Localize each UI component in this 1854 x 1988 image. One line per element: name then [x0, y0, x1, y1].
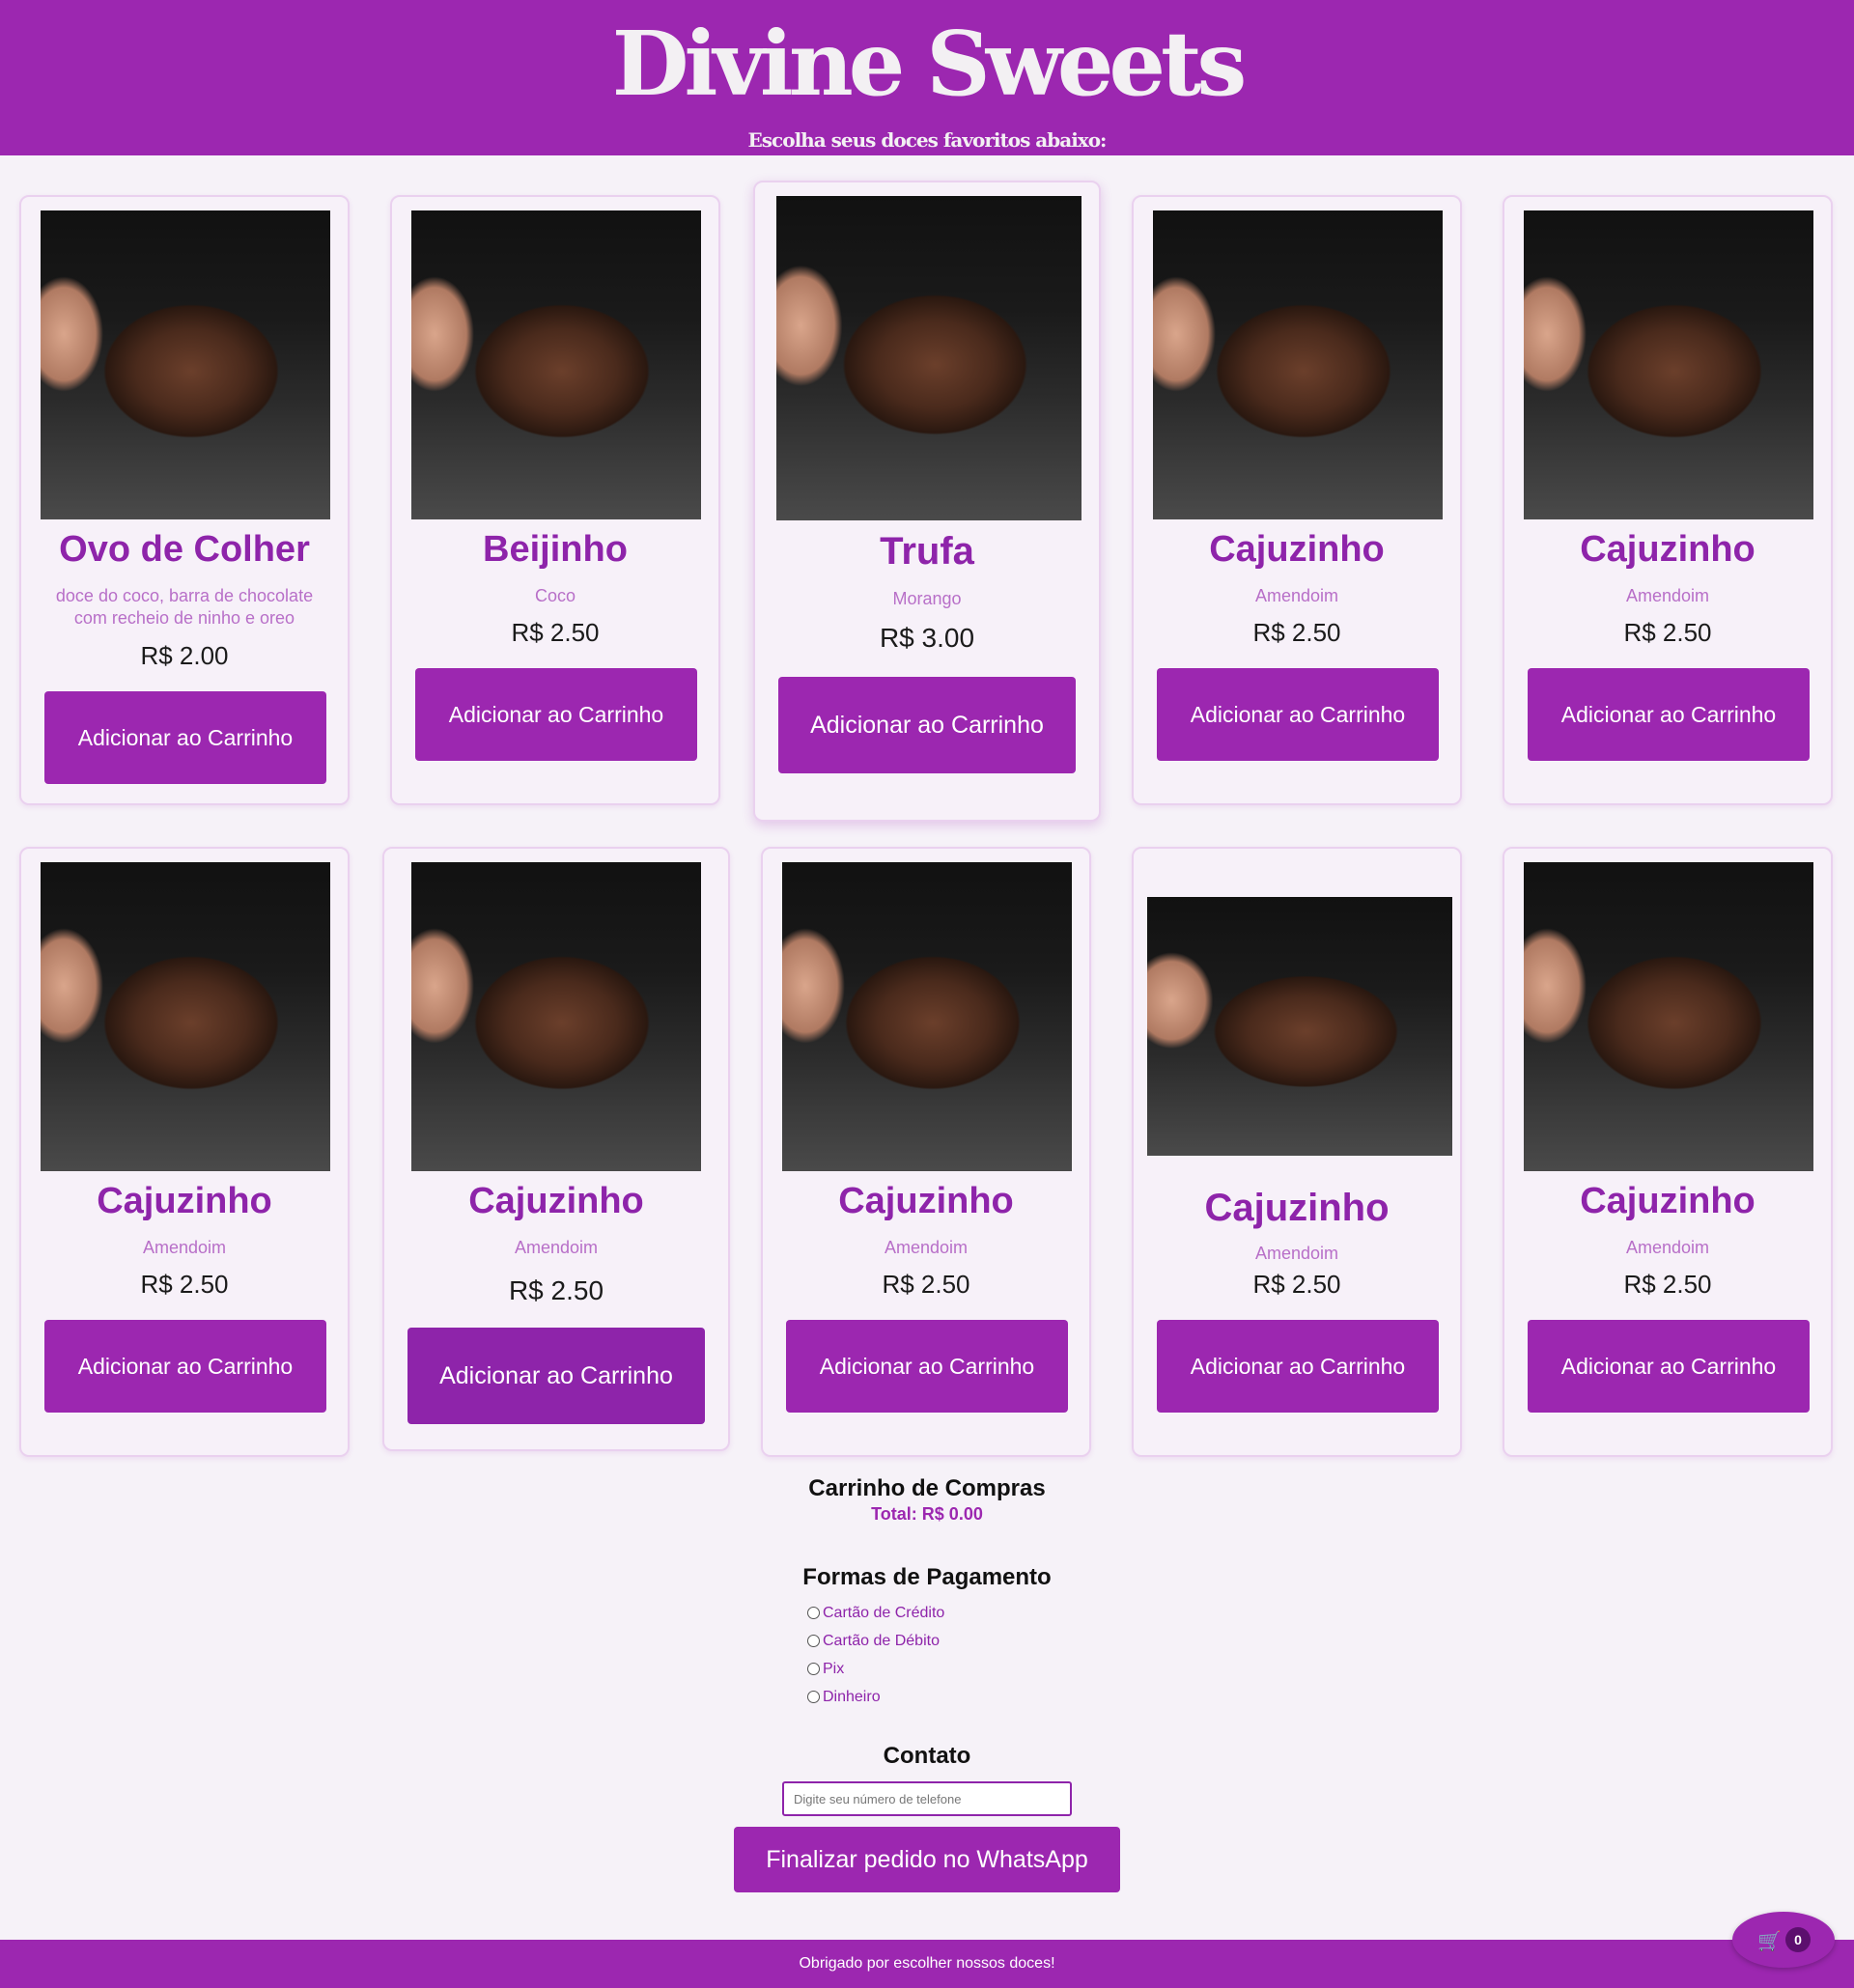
product-card: Cajuzinho Amendoim R$ 2.50 Adicionar ao …	[19, 847, 350, 1457]
payment-option-label: Dinheiro	[823, 1688, 881, 1705]
product-name: Cajuzinho	[838, 1181, 1014, 1221]
site-title: Divine Sweets	[611, 12, 1248, 116]
add-to-cart-button[interactable]: Adicionar ao Carrinho	[1157, 668, 1439, 761]
product-price: R$ 2.50	[511, 618, 600, 647]
cart-total: Total: R$ 0.00	[871, 1504, 983, 1524]
payment-title: Formas de Pagamento	[802, 1564, 1052, 1590]
site-subtitle: Escolha seus doces favoritos abaixo:	[747, 128, 1108, 152]
product-price: R$ 2.50	[1623, 618, 1712, 647]
product-image	[776, 196, 1082, 520]
phone-input[interactable]: Digite seu número de telefone	[782, 1781, 1072, 1816]
product-name: Ovo de Colher	[59, 529, 310, 570]
product-name: Beijinho	[483, 529, 628, 570]
product-price: R$ 2.50	[140, 1270, 229, 1299]
cart-title: Carrinho de Compras	[808, 1475, 1046, 1501]
contact-title: Contato	[883, 1743, 971, 1769]
payment-option-debit[interactable]: Cartão de Débito	[807, 1627, 944, 1655]
payment-option-credit[interactable]: Cartão de Crédito	[807, 1599, 944, 1627]
add-to-cart-button[interactable]: Adicionar ao Carrinho	[415, 668, 697, 761]
product-card: Cajuzinho Amendoim R$ 2.50 Adicionar ao …	[1132, 847, 1462, 1457]
product-name: Cajuzinho	[1580, 1181, 1756, 1221]
product-name: Cajuzinho	[1204, 1187, 1390, 1229]
product-card: Cajuzinho Amendoim R$ 2.50 Adicionar ao …	[1503, 195, 1833, 805]
product-card: Beijinho Coco R$ 2.50 Adicionar ao Carri…	[390, 195, 720, 805]
product-card: Cajuzinho Amendoim R$ 2.50 Adicionar ao …	[382, 847, 730, 1451]
whatsapp-submit-button[interactable]: Finalizar pedido no WhatsApp	[734, 1827, 1120, 1892]
product-price: R$ 2.50	[508, 1275, 604, 1305]
product-price: R$ 3.00	[879, 623, 975, 653]
floating-cart-button[interactable]: 🛒 0	[1732, 1912, 1835, 1968]
product-image	[1524, 862, 1813, 1171]
product-image	[1524, 210, 1813, 519]
site-footer: Obrigado por escolher nossos doces!	[0, 1940, 1854, 1988]
product-image	[41, 862, 330, 1171]
product-image	[1147, 897, 1452, 1156]
product-name: Cajuzinho	[1580, 529, 1756, 570]
product-name: Cajuzinho	[1209, 529, 1385, 570]
radio-button[interactable]	[807, 1607, 820, 1619]
add-to-cart-button[interactable]: Adicionar ao Carrinho	[1157, 1320, 1439, 1413]
product-card: Ovo de Colher doce do coco, barra de cho…	[19, 195, 350, 805]
radio-button[interactable]	[807, 1635, 820, 1647]
cart-count-badge: 0	[1785, 1927, 1811, 1952]
product-description: Morango	[892, 589, 962, 608]
product-card: Cajuzinho Amendoim R$ 2.50 Adicionar ao …	[1503, 847, 1833, 1457]
product-description: Amendoim	[1625, 586, 1710, 605]
add-to-cart-button[interactable]: Adicionar ao Carrinho	[1528, 1320, 1810, 1413]
product-image	[782, 862, 1072, 1171]
product-card: Cajuzinho Amendoim R$ 2.50 Adicionar ao …	[761, 847, 1091, 1457]
site-header: Divine Sweets Escolha seus doces favorit…	[0, 0, 1854, 155]
radio-button[interactable]	[807, 1691, 820, 1703]
product-description: Coco	[534, 586, 576, 605]
add-to-cart-button[interactable]: Adicionar ao Carrinho	[786, 1320, 1068, 1413]
product-image	[411, 210, 701, 519]
product-image	[41, 210, 330, 519]
payment-option-label: Cartão de Débito	[823, 1632, 940, 1649]
product-price: R$ 2.50	[882, 1270, 970, 1299]
product-price: R$ 2.50	[1623, 1270, 1712, 1299]
product-price: R$ 2.00	[140, 641, 229, 670]
product-description: Amendoim	[1625, 1238, 1710, 1257]
product-image	[411, 862, 701, 1171]
payment-option-label: Cartão de Crédito	[823, 1604, 945, 1621]
add-to-cart-button[interactable]: Adicionar ao Carrinho	[778, 677, 1076, 773]
cart-icon: 🛒	[1757, 1931, 1782, 1952]
product-name: Cajuzinho	[468, 1181, 644, 1221]
add-to-cart-button[interactable]: Adicionar ao Carrinho	[407, 1328, 705, 1424]
product-price: R$ 2.50	[1252, 1270, 1341, 1299]
payment-option-cash[interactable]: Dinheiro	[807, 1683, 944, 1711]
radio-button[interactable]	[807, 1663, 820, 1675]
add-to-cart-button[interactable]: Adicionar ao Carrinho	[1528, 668, 1810, 761]
product-description: Amendoim	[884, 1238, 969, 1257]
product-description: doce do coco, barra de chocolate com rec…	[55, 586, 314, 628]
product-name: Trufa	[880, 530, 974, 573]
add-to-cart-button[interactable]: Adicionar ao Carrinho	[44, 691, 326, 784]
product-card: Cajuzinho Amendoim R$ 2.50 Adicionar ao …	[1132, 195, 1462, 805]
product-description: Amendoim	[514, 1238, 599, 1257]
product-description: Amendoim	[1254, 586, 1339, 605]
payment-option-pix[interactable]: Pix	[807, 1655, 944, 1683]
product-image	[1153, 210, 1443, 519]
product-price: R$ 2.50	[1252, 618, 1341, 647]
payment-option-label: Pix	[823, 1660, 845, 1677]
product-card: Trufa Morango R$ 3.00 Adicionar ao Carri…	[753, 181, 1101, 822]
add-to-cart-button[interactable]: Adicionar ao Carrinho	[44, 1320, 326, 1413]
product-description: Amendoim	[142, 1238, 227, 1257]
product-description: Amendoim	[1254, 1244, 1339, 1263]
footer-text: Obrigado por escolher nossos doces!	[799, 1955, 1055, 1972]
product-name: Cajuzinho	[97, 1181, 272, 1221]
payment-options: Cartão de Crédito Cartão de Débito Pix D…	[807, 1599, 944, 1711]
